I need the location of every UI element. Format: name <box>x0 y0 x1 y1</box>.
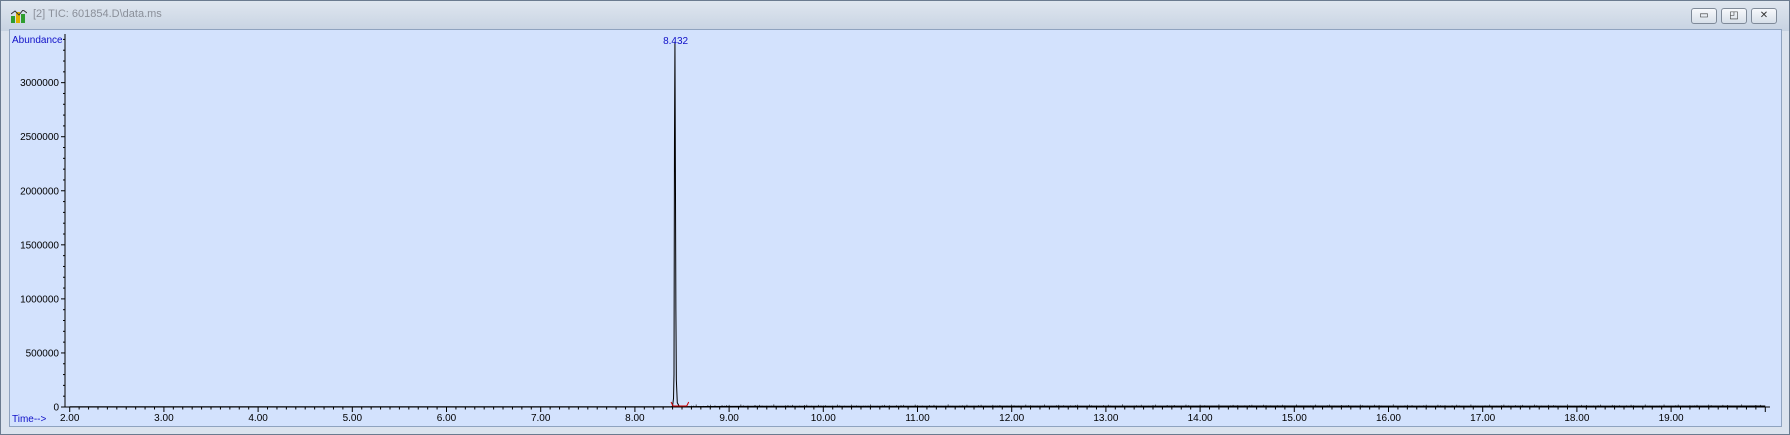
x-tick-label: 15.00 <box>1282 413 1307 424</box>
x-tick-label: 2.00 <box>60 413 80 424</box>
x-tick-label: 8.00 <box>625 413 645 424</box>
x-tick-label: 9.00 <box>719 413 739 424</box>
x-tick-label: 16.00 <box>1376 413 1401 424</box>
y-tick-label: 500000 <box>26 348 60 359</box>
x-axis-title: Time--> <box>12 414 47 425</box>
integration-tick-marks <box>670 401 690 407</box>
close-button[interactable]: ✕ <box>1751 8 1777 24</box>
x-tick-label: 4.00 <box>248 413 268 424</box>
chart-area[interactable]: 0 500000 1000000 1500000 2000000 2500000 30000… <box>9 29 1782 427</box>
window-title: [2] TIC: 601854.D\data.ms <box>33 8 162 20</box>
minimize-icon: ▭ <box>1699 10 1709 21</box>
y-tick-label: 1000000 <box>20 294 59 305</box>
x-tick-label: 5.00 <box>343 413 363 424</box>
x-tick-label: 10.00 <box>811 413 836 424</box>
x-tick-label: 11.00 <box>905 413 930 424</box>
y-tick-label: 1500000 <box>20 240 59 251</box>
x-tick-label: 12.00 <box>999 413 1024 424</box>
restore-button[interactable]: ◰ <box>1721 8 1747 24</box>
x-tick-label: 14.00 <box>1188 413 1213 424</box>
x-tick-label: 3.00 <box>154 413 174 424</box>
peak-label: 8.432 <box>663 36 688 47</box>
x-tick-label: 7.00 <box>531 413 551 424</box>
x-tick-label: 19.00 <box>1659 413 1684 424</box>
y-tick-label: 2000000 <box>20 186 59 197</box>
y-axis-title: Abundance <box>12 35 63 46</box>
x-tick-label: 6.00 <box>437 413 457 424</box>
series-line <box>69 41 1766 408</box>
y-tick-label: 3000000 <box>20 78 59 89</box>
chromatogram-window: [2] TIC: 601854.D\data.ms ▭ ◰ ✕ 0 500000 1… <box>0 0 1790 435</box>
x-tick-label: 17.00 <box>1470 413 1495 424</box>
y-tick-label: 2500000 <box>20 132 59 143</box>
y-tick-label: 0 <box>53 403 59 414</box>
x-tick-label: 13.00 <box>1093 413 1118 424</box>
minimize-button[interactable]: ▭ <box>1691 8 1717 24</box>
close-icon: ✕ <box>1759 10 1769 21</box>
chromatogram-app-icon <box>11 10 27 23</box>
x-tick-label: 18.00 <box>1564 413 1589 424</box>
title-bar[interactable]: [2] TIC: 601854.D\data.ms ▭ ◰ ✕ <box>1 1 1789 31</box>
tic-chart[interactable]: 0 500000 1000000 1500000 2000000 2500000 30000… <box>10 30 1781 426</box>
restore-icon: ◰ <box>1729 10 1739 21</box>
